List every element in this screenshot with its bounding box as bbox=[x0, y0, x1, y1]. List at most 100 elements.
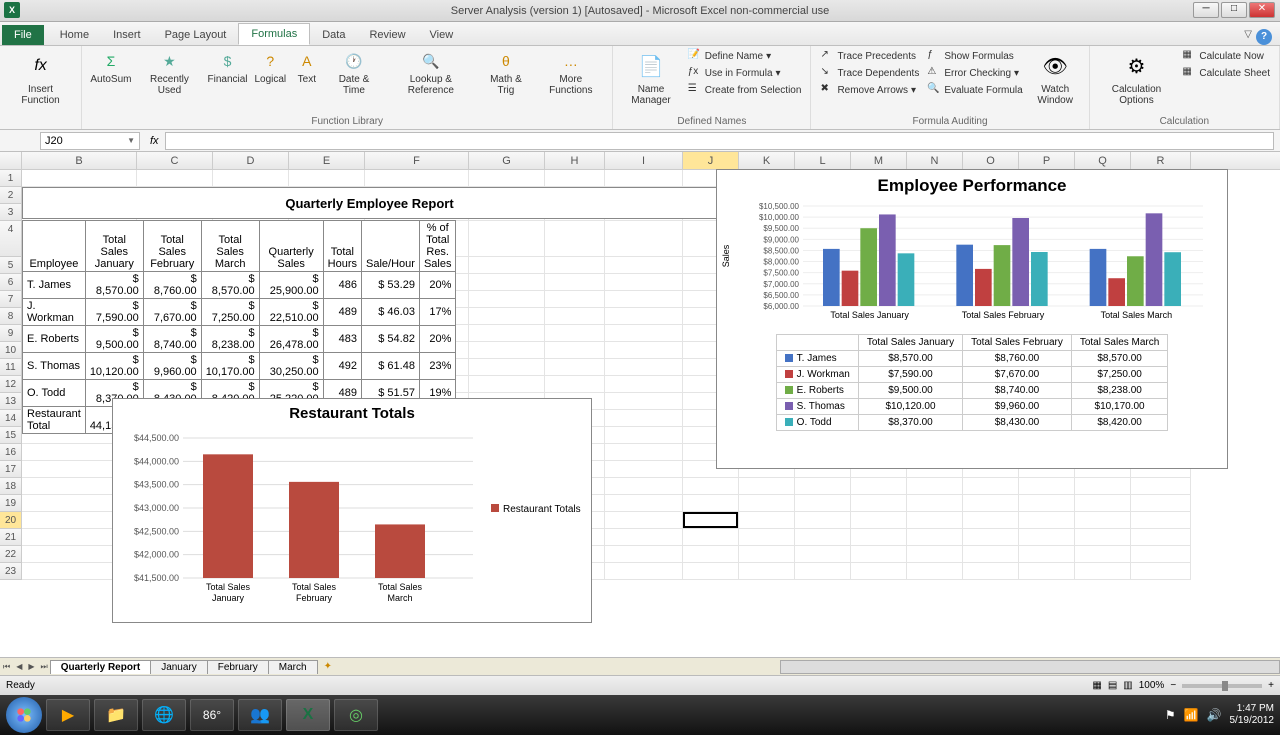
taskbar-chrome-icon[interactable]: 🌐 bbox=[142, 699, 186, 731]
tab-data[interactable]: Data bbox=[310, 25, 357, 45]
logical-button[interactable]: ?Logical bbox=[252, 48, 289, 87]
row-head-1[interactable]: 1 bbox=[0, 170, 22, 187]
taskbar-explorer-icon[interactable]: 📁 bbox=[94, 699, 138, 731]
sheet-tab-february[interactable]: February bbox=[207, 660, 269, 674]
taskbar-media-icon[interactable]: ▶ bbox=[46, 699, 90, 731]
col-head-C[interactable]: C bbox=[137, 152, 213, 169]
row-head-9[interactable]: 9 bbox=[0, 325, 22, 342]
calculation-options-button[interactable]: ⚙Calculation Options bbox=[1096, 48, 1178, 108]
tab-home[interactable]: Home bbox=[48, 25, 101, 45]
row-head-2[interactable]: 2 bbox=[0, 187, 22, 204]
col-head-Q[interactable]: Q bbox=[1075, 152, 1131, 169]
row-head-13[interactable]: 13 bbox=[0, 393, 22, 410]
col-head-N[interactable]: N bbox=[907, 152, 963, 169]
sheet-tab-january[interactable]: January bbox=[150, 660, 208, 674]
sheet-tab-quarterly[interactable]: Quarterly Report bbox=[50, 660, 151, 674]
col-head-E[interactable]: E bbox=[289, 152, 365, 169]
close-button[interactable]: ✕ bbox=[1249, 2, 1275, 18]
taskbar-app2-icon[interactable]: ◎ bbox=[334, 699, 378, 731]
col-head-B[interactable]: B bbox=[22, 152, 137, 169]
taskbar-excel-icon[interactable]: X bbox=[286, 699, 330, 731]
maximize-button[interactable]: □ bbox=[1221, 2, 1247, 18]
autosum-button[interactable]: ΣAutoSum bbox=[88, 48, 134, 87]
fx-icon[interactable]: fx bbox=[144, 135, 165, 147]
row-head-7[interactable]: 7 bbox=[0, 291, 22, 308]
remove-arrows-button[interactable]: ✖Remove Arrows ▾ bbox=[817, 82, 922, 98]
col-head-L[interactable]: L bbox=[795, 152, 851, 169]
row-head-22[interactable]: 22 bbox=[0, 546, 22, 563]
col-head-H[interactable]: H bbox=[545, 152, 605, 169]
horizontal-scrollbar[interactable] bbox=[780, 660, 1280, 674]
calculate-now-button[interactable]: ▦Calculate Now bbox=[1179, 48, 1273, 64]
col-head-P[interactable]: P bbox=[1019, 152, 1075, 169]
sheet-nav-next[interactable]: ▶ bbox=[25, 662, 37, 671]
row-head-8[interactable]: 8 bbox=[0, 308, 22, 325]
name-box[interactable]: J20▼ bbox=[40, 132, 140, 150]
employee-performance-chart[interactable]: Employee Performance $10,500.00$10,000.0… bbox=[716, 169, 1228, 469]
file-tab[interactable]: File bbox=[2, 25, 44, 45]
view-normal-icon[interactable]: ▦ bbox=[1092, 680, 1101, 691]
col-head-M[interactable]: M bbox=[851, 152, 907, 169]
recently-used-button[interactable]: ★Recently Used bbox=[136, 48, 203, 98]
worksheet-area[interactable]: BCDEFGHIJKLMNOPQR 1234567891011121314151… bbox=[0, 152, 1280, 657]
define-name-button[interactable]: 📝Define Name ▾ bbox=[685, 48, 805, 64]
row-head-17[interactable]: 17 bbox=[0, 461, 22, 478]
row-head-16[interactable]: 16 bbox=[0, 444, 22, 461]
row-head-23[interactable]: 23 bbox=[0, 563, 22, 580]
sheet-tab-march[interactable]: March bbox=[268, 660, 318, 674]
tray-clock[interactable]: 1:47 PM5/19/2012 bbox=[1230, 703, 1275, 727]
sheet-nav-prev[interactable]: ◀ bbox=[13, 662, 25, 671]
show-formulas-button[interactable]: ƒShow Formulas bbox=[924, 48, 1025, 64]
col-head-F[interactable]: F bbox=[365, 152, 469, 169]
watch-window-button[interactable]: 👁Watch Window bbox=[1028, 48, 1083, 108]
tab-pagelayout[interactable]: Page Layout bbox=[153, 25, 239, 45]
row-head-21[interactable]: 21 bbox=[0, 529, 22, 546]
tab-insert[interactable]: Insert bbox=[101, 25, 153, 45]
row-head-15[interactable]: 15 bbox=[0, 427, 22, 444]
row-head-12[interactable]: 12 bbox=[0, 376, 22, 393]
col-head-G[interactable]: G bbox=[469, 152, 545, 169]
row-head-4[interactable]: 4 bbox=[0, 221, 22, 257]
tab-formulas[interactable]: Formulas bbox=[238, 23, 310, 45]
trace-dependents-button[interactable]: ↘Trace Dependents bbox=[817, 65, 922, 81]
row-head-18[interactable]: 18 bbox=[0, 478, 22, 495]
row-head-3[interactable]: 3 bbox=[0, 204, 22, 221]
new-sheet-icon[interactable]: ✦ bbox=[318, 661, 338, 672]
datetime-button[interactable]: 🕐Date & Time bbox=[325, 48, 383, 98]
minimize-button[interactable]: ─ bbox=[1193, 2, 1219, 18]
calculate-sheet-button[interactable]: ▦Calculate Sheet bbox=[1179, 65, 1273, 81]
create-selection-button[interactable]: ☰Create from Selection bbox=[685, 82, 805, 98]
name-manager-button[interactable]: 📄Name Manager bbox=[619, 48, 682, 108]
col-head-K[interactable]: K bbox=[739, 152, 795, 169]
start-button[interactable] bbox=[6, 697, 42, 733]
sheet-nav-first[interactable]: ⏮ bbox=[0, 662, 13, 672]
math-button[interactable]: θMath & Trig bbox=[479, 48, 534, 98]
error-checking-button[interactable]: ⚠Error Checking ▾ bbox=[924, 65, 1025, 81]
row-head-20[interactable]: 20 bbox=[0, 512, 22, 529]
select-all-corner[interactable] bbox=[0, 152, 22, 169]
more-functions-button[interactable]: …More Functions bbox=[535, 48, 606, 98]
row-head-6[interactable]: 6 bbox=[0, 274, 22, 291]
ribbon-minimize-icon[interactable]: ▽ bbox=[1244, 29, 1252, 45]
lookup-button[interactable]: 🔍Lookup & Reference bbox=[385, 48, 476, 98]
evaluate-formula-button[interactable]: 🔍Evaluate Formula bbox=[924, 82, 1025, 98]
row-head-19[interactable]: 19 bbox=[0, 495, 22, 512]
insert-function-button[interactable]: fx Insert Function bbox=[6, 48, 75, 108]
financial-button[interactable]: $Financial bbox=[205, 48, 250, 87]
active-cell[interactable] bbox=[683, 512, 738, 528]
zoom-out-button[interactable]: − bbox=[1170, 680, 1176, 691]
view-layout-icon[interactable]: ▤ bbox=[1108, 680, 1117, 691]
zoom-level[interactable]: 100% bbox=[1139, 680, 1165, 691]
taskbar-app1-icon[interactable]: 👥 bbox=[238, 699, 282, 731]
row-head-14[interactable]: 14 bbox=[0, 410, 22, 427]
col-head-I[interactable]: I bbox=[605, 152, 683, 169]
tab-view[interactable]: View bbox=[418, 25, 466, 45]
view-break-icon[interactable]: ▥ bbox=[1123, 680, 1132, 691]
row-head-11[interactable]: 11 bbox=[0, 359, 22, 376]
help-icon[interactable]: ? bbox=[1256, 29, 1272, 45]
text-button[interactable]: AText bbox=[291, 48, 323, 87]
zoom-slider[interactable] bbox=[1182, 684, 1262, 688]
taskbar-weather-icon[interactable]: 86° bbox=[190, 699, 234, 731]
row-head-5[interactable]: 5 bbox=[0, 257, 22, 274]
tab-review[interactable]: Review bbox=[357, 25, 417, 45]
